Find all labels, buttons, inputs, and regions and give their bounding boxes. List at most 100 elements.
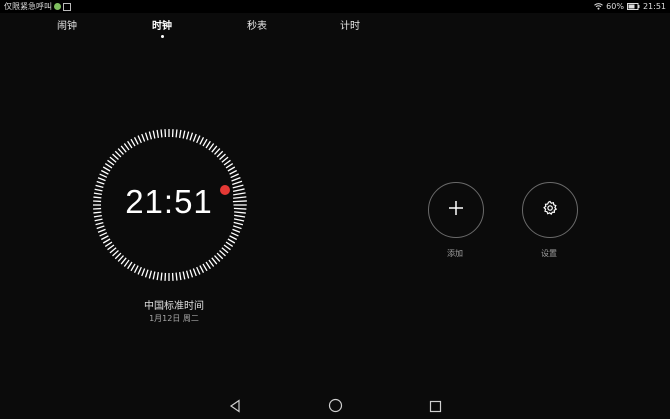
dial-tick bbox=[178, 272, 182, 281]
dial-tick bbox=[175, 272, 178, 281]
tab-bar: 闹钟 时钟 秒表 计时 bbox=[0, 17, 450, 39]
dial-tick bbox=[114, 252, 122, 260]
dial-tick bbox=[97, 177, 106, 182]
dial-tick bbox=[175, 129, 178, 138]
dial-tick bbox=[96, 225, 105, 230]
dial-tick bbox=[227, 238, 236, 244]
dial-tick bbox=[189, 269, 194, 278]
dial-tick bbox=[205, 261, 211, 270]
clock-date: 1月12日 周二 bbox=[149, 314, 199, 323]
dial-tick bbox=[160, 129, 163, 138]
dial-tick bbox=[148, 270, 153, 279]
dial-tick bbox=[182, 271, 186, 280]
back-triangle-icon bbox=[228, 398, 242, 417]
dial-tick bbox=[95, 221, 104, 226]
home-button[interactable] bbox=[327, 398, 343, 415]
dial-tick bbox=[104, 163, 113, 169]
dial-tick bbox=[117, 148, 124, 155]
dial-tick bbox=[219, 153, 226, 160]
dial-tick bbox=[227, 166, 236, 172]
status-bar: 仅限紧急呼叫 60% 21:51 bbox=[0, 0, 670, 13]
back-button[interactable] bbox=[227, 398, 243, 417]
dial-tick bbox=[182, 130, 186, 139]
dial-tick bbox=[232, 225, 242, 230]
dial-tick bbox=[144, 132, 149, 141]
dial-tick bbox=[97, 228, 106, 233]
dial-tick bbox=[127, 261, 133, 270]
dial-tick bbox=[120, 257, 127, 265]
notification-image-icon bbox=[63, 2, 71, 11]
settings-button[interactable] bbox=[522, 182, 578, 238]
dial-tick bbox=[221, 247, 229, 254]
dial-tick bbox=[214, 148, 221, 155]
dial-tick bbox=[141, 268, 146, 277]
dial-tick bbox=[130, 263, 136, 272]
dial-tick bbox=[199, 136, 205, 145]
active-tab-indicator bbox=[160, 35, 164, 38]
clock-app-screen: 仅限紧急呼叫 60% 21:51 闹钟 时钟 秒表 计时 21:51 中国标准时… bbox=[0, 0, 670, 419]
dial-tick bbox=[231, 176, 241, 182]
dial-tick bbox=[214, 255, 221, 262]
tab-alarm-label: 闹钟 bbox=[57, 21, 77, 32]
dial-tick bbox=[123, 143, 130, 151]
add-label: 添加 bbox=[447, 249, 463, 258]
status-time: 21:51 bbox=[642, 2, 666, 11]
dial-tick bbox=[102, 238, 111, 244]
dial-tick bbox=[192, 133, 197, 142]
dial-tick bbox=[160, 272, 163, 281]
dial-tick bbox=[127, 140, 133, 149]
recents-button[interactable] bbox=[427, 399, 443, 415]
battery-percent: 60% bbox=[606, 2, 624, 11]
dial-tick bbox=[112, 250, 119, 257]
dial-tick bbox=[202, 263, 208, 272]
dial-tick bbox=[104, 241, 113, 247]
dial-tick bbox=[100, 235, 109, 241]
dial-tick bbox=[99, 232, 108, 237]
notification-app-icon bbox=[54, 3, 61, 10]
tab-timer[interactable]: 计时 bbox=[325, 17, 375, 32]
dial-tick bbox=[219, 250, 226, 257]
dial-tick bbox=[144, 269, 149, 278]
dial-tick bbox=[107, 159, 115, 166]
dial-tick bbox=[178, 129, 182, 138]
dial-tick bbox=[225, 241, 234, 247]
recents-square-icon bbox=[429, 398, 442, 417]
dial-tick bbox=[196, 266, 201, 275]
dial-tick bbox=[100, 169, 109, 175]
add-city-button[interactable] bbox=[428, 182, 484, 238]
tab-stopwatch[interactable]: 秒表 bbox=[232, 17, 282, 32]
dial-tick bbox=[223, 244, 231, 251]
dial-tick bbox=[120, 145, 127, 153]
dial-tick bbox=[185, 270, 190, 279]
dial-tick bbox=[196, 135, 201, 144]
dial-tick bbox=[208, 143, 215, 151]
dial-tick bbox=[133, 136, 139, 145]
dial-tick bbox=[211, 257, 218, 265]
dial-tick bbox=[137, 135, 142, 144]
battery-icon bbox=[626, 3, 640, 10]
dial-tick bbox=[230, 232, 239, 237]
dial-tick bbox=[185, 131, 190, 140]
tab-stopwatch-label: 秒表 bbox=[247, 21, 267, 32]
dial-tick bbox=[223, 159, 231, 166]
dial-tick bbox=[109, 247, 117, 254]
tab-clock-label: 时钟 bbox=[152, 21, 172, 32]
dial-tick bbox=[230, 173, 239, 179]
carrier-text: 仅限紧急呼叫 bbox=[4, 2, 52, 11]
dial-tick bbox=[107, 244, 115, 251]
dial-tick bbox=[102, 166, 111, 172]
dial-tick bbox=[189, 132, 194, 141]
dial-tick bbox=[133, 265, 139, 274]
dial-tick bbox=[229, 235, 238, 241]
tab-clock[interactable]: 时钟 bbox=[137, 17, 187, 38]
dial-tick bbox=[199, 265, 205, 274]
dial-tick bbox=[137, 266, 142, 275]
dial-tick bbox=[232, 228, 241, 233]
tab-alarm[interactable]: 闹钟 bbox=[42, 17, 92, 32]
settings-label: 设置 bbox=[541, 249, 557, 258]
navigation-bar bbox=[0, 394, 670, 419]
dial-tick bbox=[114, 150, 122, 158]
dial-tick bbox=[216, 252, 224, 260]
tab-timer-label: 计时 bbox=[340, 21, 360, 32]
dial-tick bbox=[148, 131, 153, 140]
